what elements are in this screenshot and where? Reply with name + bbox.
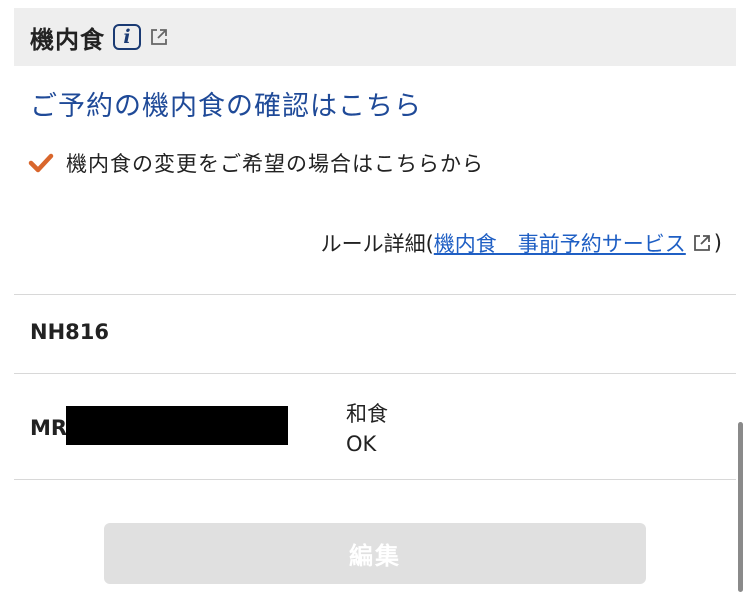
divider	[14, 373, 736, 374]
rule-prefix: ルール詳細(	[320, 232, 434, 256]
section-title: 機内食	[30, 25, 105, 54]
divider	[14, 294, 736, 295]
flight-number: NH816	[30, 320, 109, 344]
external-link-icon[interactable]	[692, 233, 712, 253]
rule-details: ルール詳細( 機内食 事前予約サービス )	[321, 228, 722, 258]
meal-change-row[interactable]: 機内食の変更をご希望の場合はこちらから	[28, 148, 484, 178]
scrollbar[interactable]	[738, 422, 743, 592]
passenger-title: MR	[30, 416, 68, 440]
meal-preorder-service-link[interactable]: 機内食 事前予約サービス	[434, 228, 686, 258]
external-link-icon[interactable]	[149, 26, 171, 48]
meal-confirm-link[interactable]: ご予約の機内食の確認はこちら	[30, 84, 422, 123]
meal-change-text[interactable]: 機内食の変更をご希望の場合はこちらから	[66, 148, 484, 178]
meal-section-header: 機内食 i	[14, 8, 736, 66]
meal-status: OK	[346, 432, 377, 456]
edit-button[interactable]: 編集	[104, 523, 646, 584]
rule-suffix: )	[713, 231, 722, 255]
checkmark-icon	[28, 150, 54, 176]
info-icon[interactable]: i	[113, 24, 141, 50]
divider	[14, 479, 736, 480]
redacted-passenger-name	[66, 406, 288, 445]
meal-type: 和食	[346, 402, 388, 426]
